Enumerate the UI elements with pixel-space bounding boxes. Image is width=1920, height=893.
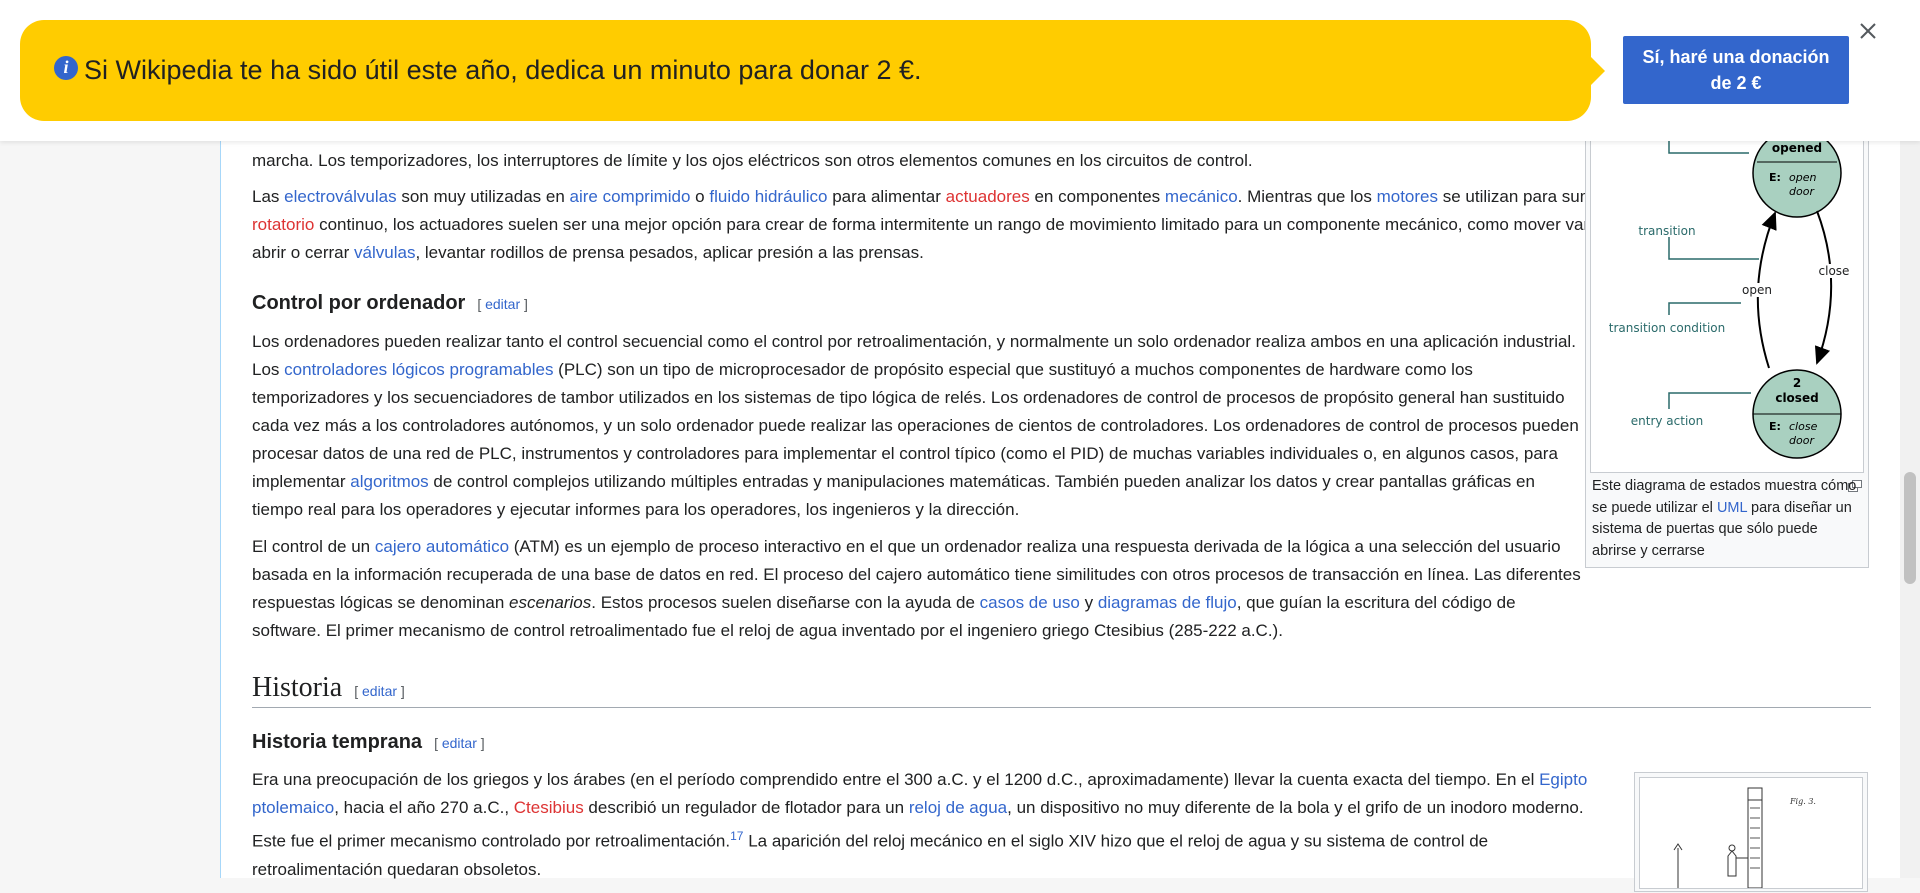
- link-plc[interactable]: controladores lógicos programables: [284, 360, 553, 379]
- donation-banner: i Si Wikipedia te ha sido útil este año,…: [0, 0, 1920, 141]
- edit-link[interactable]: editar: [362, 683, 397, 699]
- heading-text: Historia: [252, 672, 343, 703]
- entry-action-text: door: [1789, 185, 1815, 198]
- text: . Estos procesos suelen diseñarse con la…: [591, 593, 980, 612]
- text: para alimentar: [827, 187, 946, 206]
- state-closed-label: closed: [1775, 391, 1818, 405]
- state-opened-label: opened: [1772, 141, 1822, 155]
- engraving-svg: Fig. 3.: [1673, 787, 1816, 889]
- paragraph-atm: El control de un cajero automático (ATM)…: [252, 533, 1582, 645]
- heading-text: Control por ordenador: [252, 292, 466, 314]
- text: Las: [252, 187, 285, 206]
- section-heading-historia-temprana: Historia temprana [ editar ]: [252, 731, 485, 754]
- text: . Mientras que los: [1237, 187, 1377, 206]
- link-motores[interactable]: motores: [1377, 187, 1438, 206]
- close-icon[interactable]: [1857, 20, 1879, 42]
- donate-button[interactable]: Sí, haré una donación de 2 €: [1623, 36, 1849, 104]
- banner-message: Si Wikipedia te ha sido útil este año, d…: [84, 55, 922, 85]
- paragraph-early-history: Era una preocupación de los griegos y lo…: [252, 766, 1622, 884]
- paragraph-electrovalves: Las electroválvulas son muy utilizadas e…: [252, 183, 1782, 267]
- thumbnail-caption: Este diagrama de estados muestra cómo se…: [1592, 476, 1860, 562]
- edit-section: [ editar ]: [434, 735, 485, 751]
- text: o: [690, 187, 710, 206]
- text: de control complejos utilizando múltiple…: [252, 472, 1535, 519]
- link-casos-de-uso[interactable]: casos de uso: [980, 593, 1080, 612]
- info-icon: i: [54, 55, 78, 80]
- text: describió un regulador de flotador para …: [583, 798, 909, 817]
- paragraph-text: marcha. Los temporizadores, los interrup…: [252, 151, 1253, 170]
- state-diagram-image[interactable]: opened E: open door 2 closed E: close do…: [1590, 128, 1864, 473]
- text: en componentes: [1029, 187, 1165, 206]
- transition-open-label: open: [1742, 283, 1772, 297]
- thumbnail-state-diagram: opened E: open door 2 closed E: close do…: [1585, 128, 1869, 568]
- edit-section: [ editar ]: [354, 683, 405, 699]
- link-cajero-automatico[interactable]: cajero automático: [375, 537, 509, 556]
- figure-label: Fig. 3.: [1789, 797, 1816, 806]
- section-heading-control-por-ordenador: Control por ordenador [ editar ]: [252, 292, 528, 315]
- paragraph-computers: Los ordenadores pueden realizar tanto el…: [252, 328, 1582, 524]
- state-number: 2: [1793, 376, 1801, 390]
- link-electrovalvulas[interactable]: electroválvulas: [284, 187, 396, 206]
- paragraph-control-circuits-tail: marcha. Los temporizadores, los interrup…: [252, 147, 1253, 175]
- text: El control de un: [252, 537, 375, 556]
- link-diagramas-de-flujo[interactable]: diagramas de flujo: [1098, 593, 1237, 612]
- edit-section: [ editar ]: [477, 296, 528, 312]
- annotation-transition: transition: [1638, 224, 1695, 238]
- text: Era una preocupación de los griegos y lo…: [252, 770, 1540, 789]
- entry-action-text: close: [1789, 420, 1818, 433]
- link-fluido-hidraulico[interactable]: fluido hidráulico: [709, 187, 827, 206]
- annotation-entry-action: entry action: [1631, 414, 1703, 428]
- link-aire-comprimido[interactable]: aire comprimido: [570, 187, 691, 206]
- edit-link[interactable]: editar: [442, 735, 477, 751]
- link-actuadores[interactable]: actuadores: [946, 187, 1030, 206]
- entry-label: E:: [1769, 420, 1781, 433]
- link-valvulas[interactable]: válvulas: [354, 243, 415, 262]
- text: son muy utilizadas en: [396, 187, 570, 206]
- link-algoritmos[interactable]: algoritmos: [350, 472, 428, 491]
- state-closed: 2 closed E: close door: [1752, 369, 1842, 459]
- banner-message-bubble: i Si Wikipedia te ha sido útil este año,…: [20, 20, 1605, 121]
- heading-divider: [252, 707, 1871, 708]
- thumbnail-water-clock: Fig. 3.: [1634, 772, 1868, 892]
- section-heading-historia: Historia [ editar ]: [252, 672, 405, 704]
- water-clock-engraving-image[interactable]: Fig. 3.: [1639, 777, 1863, 889]
- scrollbar-thumb[interactable]: [1904, 472, 1916, 584]
- link-ctesibius[interactable]: Ctesibius: [514, 798, 584, 817]
- annotation-leader: [1668, 392, 1751, 409]
- entry-action-text: door: [1789, 434, 1815, 447]
- state-diagram-svg: opened E: open door 2 closed E: close do…: [1609, 128, 1851, 459]
- text: , levantar rodillos de prensa pesados, a…: [415, 243, 924, 262]
- reference-link[interactable]: 17: [730, 829, 743, 843]
- emphasis-escenarios: escenarios: [509, 593, 592, 612]
- edit-link[interactable]: editar: [485, 296, 520, 312]
- link-mecanico[interactable]: mecánico: [1165, 187, 1238, 206]
- text: y: [1079, 593, 1098, 612]
- link-reloj-de-agua[interactable]: reloj de agua: [909, 798, 1007, 817]
- state-opened: opened E: open door: [1752, 128, 1842, 218]
- transition-close-arrow: [1814, 210, 1833, 365]
- annotation-leader: [1668, 237, 1759, 260]
- transition-close-label: close: [1819, 264, 1850, 278]
- annotation-transition-condition: transition condition: [1609, 321, 1725, 335]
- entry-action-text: open: [1789, 171, 1816, 184]
- annotation-leader: [1668, 302, 1741, 315]
- entry-label: E:: [1769, 171, 1781, 184]
- link-uml[interactable]: UML: [1717, 500, 1747, 516]
- text: , hacia el año 270 a.C.,: [334, 798, 514, 817]
- heading-text: Historia temprana: [252, 731, 423, 753]
